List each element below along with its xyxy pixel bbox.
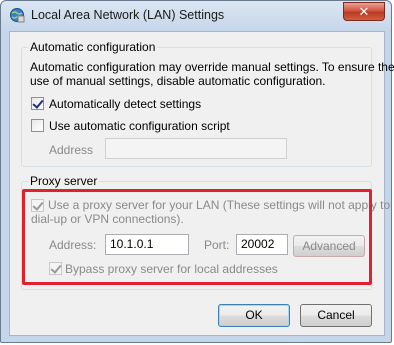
auto-config-description-line1: Automatic configuration may override man…	[30, 60, 394, 74]
script-address-label: Address	[49, 143, 94, 157]
close-button[interactable]: ✕	[343, 2, 385, 21]
cancel-button[interactable]: Cancel	[300, 304, 372, 327]
advanced-button[interactable]: Advanced	[293, 235, 365, 257]
proxy-server-title: Proxy server	[28, 174, 100, 188]
bypass-local-label[interactable]: Bypass proxy server for local addresses	[65, 262, 278, 276]
title-bar[interactable]: Local Area Network (LAN) Settings ✕	[1, 1, 391, 31]
use-proxy-label-line2[interactable]: dial-up or VPN connections).	[31, 212, 184, 226]
use-proxy-checkbox[interactable]	[31, 199, 44, 212]
dialog-body: Automatic configuration Automatic config…	[9, 31, 394, 336]
bypass-local-checkbox[interactable]	[49, 262, 62, 275]
auto-config-group: Automatic configuration Automatic config…	[21, 40, 394, 167]
proxy-address-label: Address:	[49, 238, 97, 252]
script-address-input[interactable]	[105, 138, 287, 159]
auto-detect-checkbox[interactable]	[31, 97, 44, 110]
window-title: Local Area Network (LAN) Settings	[31, 8, 225, 22]
use-proxy-label-line1[interactable]: Use a proxy server for your LAN (These s…	[48, 198, 390, 212]
auto-config-title: Automatic configuration	[28, 40, 158, 54]
proxy-server-group: Proxy server Use a proxy server for your…	[21, 174, 390, 290]
auto-detect-label[interactable]: Automatically detect settings	[49, 97, 201, 111]
settings-globe-icon	[10, 8, 25, 23]
proxy-port-input[interactable]: 20002	[236, 234, 288, 255]
use-script-label[interactable]: Use automatic configuration script	[49, 119, 230, 133]
proxy-address-input[interactable]: 10.1.0.1	[105, 234, 189, 255]
ok-button[interactable]: OK	[218, 304, 290, 327]
proxy-port-label: Port:	[204, 238, 230, 252]
lan-settings-dialog: Local Area Network (LAN) Settings ✕ Auto…	[0, 0, 394, 343]
auto-config-description-line2: use of manual settings, disable automati…	[30, 74, 326, 88]
use-script-checkbox[interactable]	[31, 119, 44, 132]
